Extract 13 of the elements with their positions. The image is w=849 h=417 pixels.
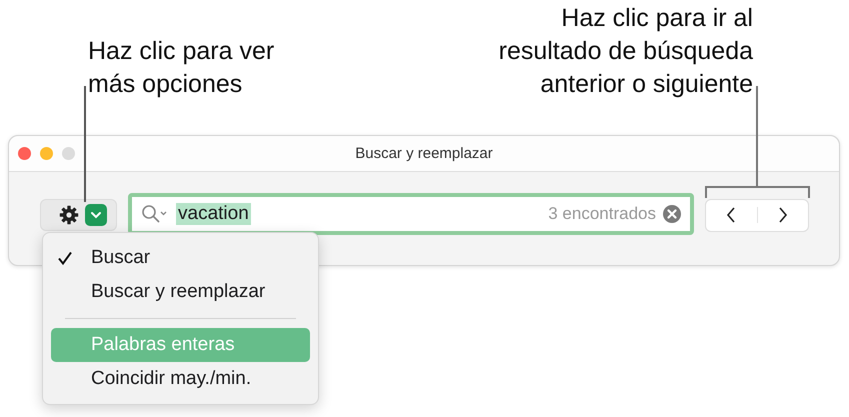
menu-item-label: Palabras enteras [91, 334, 235, 356]
callout-text: Haz clic para ir al resultado de búsqueda anterior o siguiente [498, 3, 753, 100]
menu-item-label: Buscar [91, 247, 150, 269]
menu-item[interactable]: Buscar [51, 241, 310, 275]
menu-item-label: Buscar y reemplazar [91, 281, 266, 303]
search-text: vacation [176, 203, 251, 225]
callout-text: Haz clic para ver más opciones [88, 36, 276, 100]
window-title: Buscar y reemplazar [355, 145, 493, 162]
menu-item[interactable]: Coincidir may./min. [51, 362, 310, 396]
match-count: 3 encontrados [548, 204, 656, 224]
menu-item[interactable]: Buscar y reemplazar [51, 275, 310, 309]
search-field[interactable]: vacation 3 encontrados [128, 193, 694, 235]
menu-item-label: Coincidir may./min. [91, 368, 252, 390]
